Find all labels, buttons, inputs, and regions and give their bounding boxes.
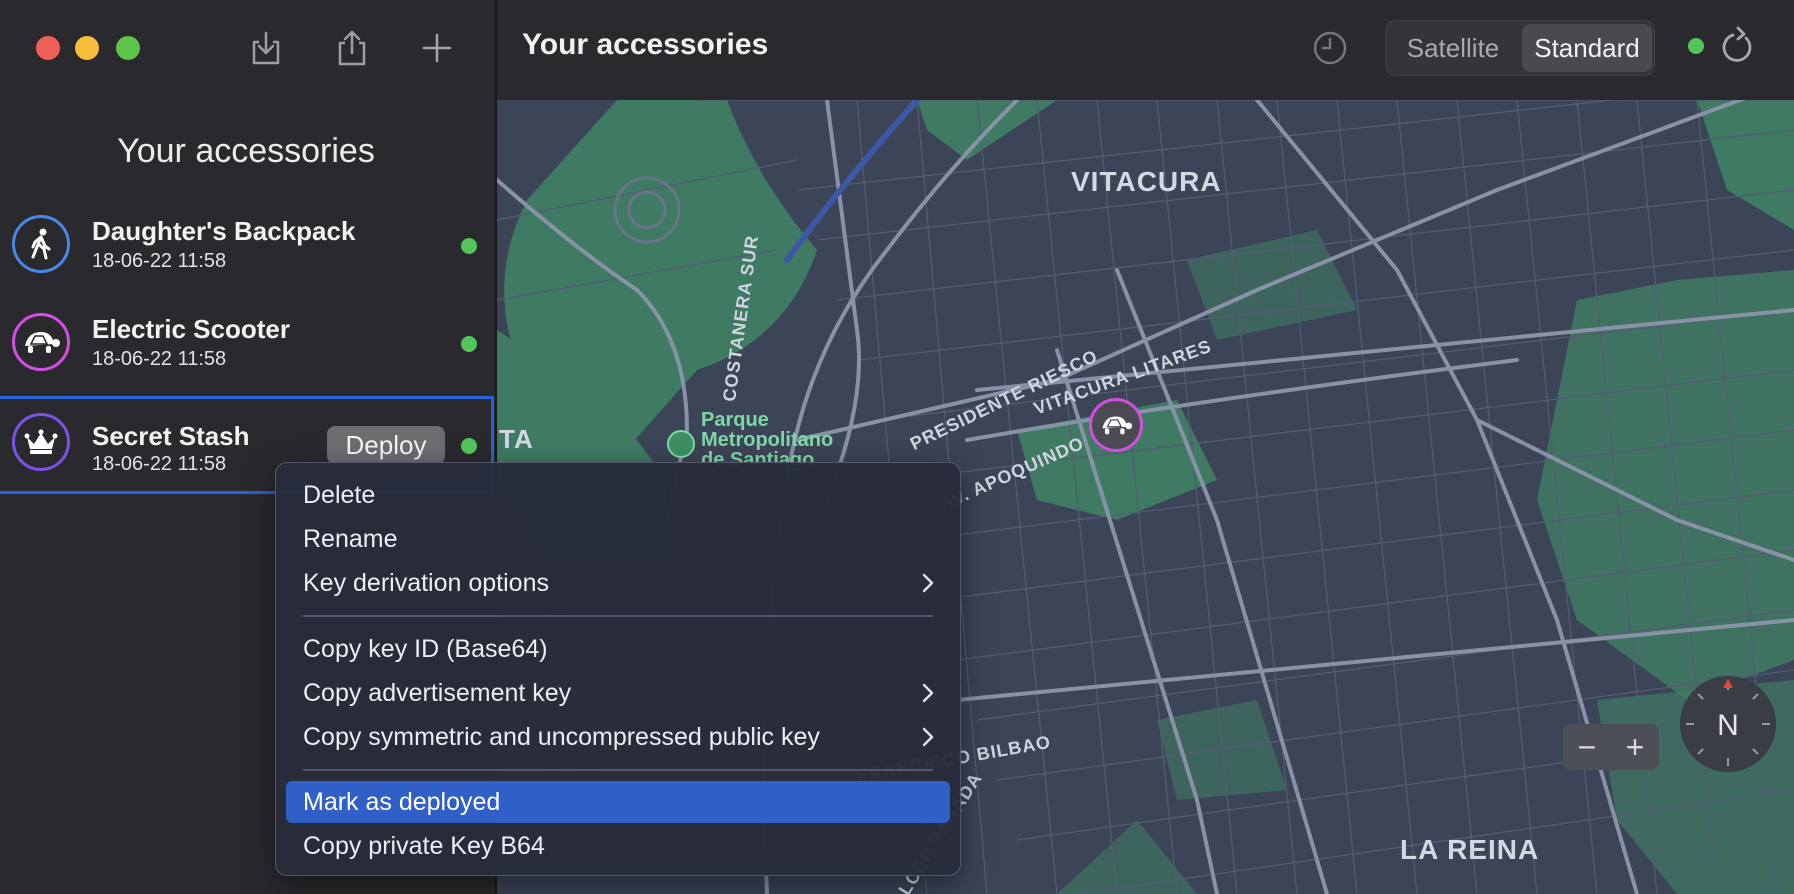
accessory-avatar bbox=[12, 413, 70, 471]
district-label: LA REINA bbox=[1400, 834, 1540, 865]
accessory-avatar bbox=[12, 215, 70, 273]
add-accessory-button[interactable] bbox=[415, 26, 459, 70]
menu-item-copy-key-id[interactable]: Copy key ID (Base64) bbox=[286, 628, 950, 670]
menu-item-label: Copy symmetric and uncompressed public k… bbox=[303, 723, 820, 751]
accessory-timestamp: 18-06-22 11:58 bbox=[92, 453, 227, 475]
share-icon bbox=[338, 30, 366, 66]
zoom-window-button[interactable] bbox=[116, 36, 140, 60]
context-menu: Delete Rename Key derivation options Cop… bbox=[275, 462, 961, 876]
satellite-option[interactable]: Satellite bbox=[1386, 21, 1520, 75]
accessory-avatar bbox=[12, 313, 70, 371]
compass-icon: N bbox=[1686, 679, 1770, 766]
park-tree-icon bbox=[667, 430, 695, 458]
menu-item-label: Copy advertisement key bbox=[303, 679, 572, 707]
menu-item-rename[interactable]: Rename bbox=[286, 518, 950, 560]
menu-item-copy-private-key[interactable]: Copy private Key B64 bbox=[286, 825, 950, 867]
crown-icon bbox=[24, 429, 58, 454]
refresh-icon bbox=[1722, 26, 1752, 62]
clock-icon bbox=[1313, 31, 1347, 65]
page-title: Your accessories bbox=[522, 28, 769, 61]
menu-item-mark-as-deployed[interactable]: Mark as deployed bbox=[286, 781, 950, 823]
menu-item-label: Copy private Key B64 bbox=[303, 832, 545, 860]
accessory-status-dot bbox=[461, 438, 477, 454]
accessory-timestamp: 18-06-22 11:58 bbox=[92, 250, 227, 272]
menu-item-key-derivation-options[interactable]: Key derivation options bbox=[286, 562, 950, 604]
sidebar-title: Your accessories bbox=[117, 132, 375, 170]
menu-separator bbox=[303, 615, 933, 617]
compass-button[interactable]: N bbox=[1680, 676, 1776, 772]
chevron-right-icon bbox=[922, 573, 934, 593]
district-label: VITACURA bbox=[1071, 166, 1222, 197]
chevron-right-icon bbox=[922, 727, 934, 747]
accessory-status-dot bbox=[461, 238, 477, 254]
accessory-row[interactable]: Electric Scooter 18-06-22 11:58 bbox=[0, 296, 494, 394]
chevron-right-icon bbox=[922, 683, 934, 703]
accessory-row[interactable]: Daughter's Backpack 18-06-22 11:58 bbox=[0, 198, 494, 296]
map-type-segmented-control: Satellite Standard bbox=[1385, 20, 1655, 76]
refresh-button[interactable] bbox=[1716, 24, 1760, 68]
walking-person-icon bbox=[31, 228, 51, 260]
menu-item-label: Copy key ID (Base64) bbox=[303, 635, 548, 663]
accessory-timestamp: 18-06-22 11:58 bbox=[92, 348, 227, 370]
connection-status-dot bbox=[1688, 38, 1704, 54]
park-label-line: Metropolitano bbox=[701, 429, 834, 451]
district-label: TA bbox=[499, 424, 534, 454]
menu-item-label: Delete bbox=[303, 481, 376, 509]
export-button[interactable] bbox=[330, 26, 374, 70]
zoom-control: − + bbox=[1563, 724, 1659, 770]
accessory-name: Daughter's Backpack bbox=[92, 216, 356, 246]
tortoise-icon bbox=[25, 332, 60, 353]
close-window-button[interactable] bbox=[36, 36, 60, 60]
menu-item-delete[interactable]: Delete bbox=[286, 474, 950, 516]
accessory-name: Secret Stash bbox=[92, 421, 250, 451]
zoom-in-button[interactable]: + bbox=[1611, 724, 1659, 770]
minimize-window-button[interactable] bbox=[75, 36, 99, 60]
plus-icon bbox=[422, 33, 452, 63]
menu-item-label: Mark as deployed bbox=[303, 788, 501, 816]
accessory-map-pin[interactable] bbox=[1089, 398, 1143, 452]
menu-item-copy-advertisement-key[interactable]: Copy advertisement key bbox=[286, 672, 950, 714]
history-button[interactable] bbox=[1308, 26, 1352, 70]
import-icon bbox=[252, 31, 280, 65]
compass-north-label: N bbox=[1717, 709, 1739, 742]
menu-item-label: Key derivation options bbox=[303, 569, 549, 597]
park-label: Parque Metropolitano de Santiago bbox=[701, 410, 833, 470]
zoom-out-button[interactable]: − bbox=[1563, 724, 1611, 770]
park-label-line: Parque bbox=[701, 409, 769, 431]
menu-item-label: Rename bbox=[303, 525, 398, 553]
deploy-button[interactable]: Deploy bbox=[327, 426, 445, 464]
tortoise-icon bbox=[1102, 416, 1133, 435]
import-button[interactable] bbox=[244, 26, 288, 70]
standard-option[interactable]: Standard bbox=[1522, 24, 1652, 72]
menu-separator bbox=[303, 769, 933, 771]
accessory-name: Electric Scooter bbox=[92, 314, 290, 344]
menu-item-copy-public-key[interactable]: Copy symmetric and uncompressed public k… bbox=[286, 716, 950, 758]
accessory-status-dot bbox=[461, 336, 477, 352]
